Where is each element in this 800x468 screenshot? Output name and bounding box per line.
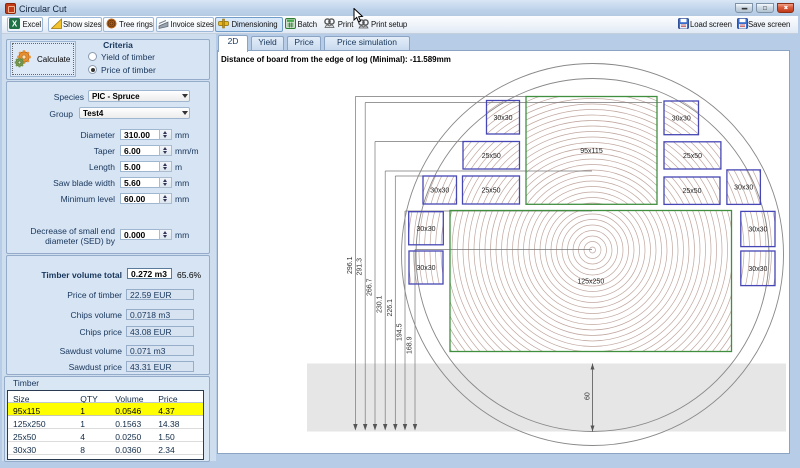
- svg-text:125x250: 125x250: [577, 279, 604, 286]
- svg-text:30x30: 30x30: [416, 226, 435, 233]
- svg-text:30x30: 30x30: [734, 185, 753, 192]
- svg-text:30x30: 30x30: [748, 227, 767, 234]
- svg-text:296.1: 296.1: [347, 256, 354, 274]
- svg-text:30x30: 30x30: [430, 188, 449, 195]
- svg-text:230.1: 230.1: [377, 295, 384, 313]
- svg-text:25x50: 25x50: [481, 188, 500, 195]
- svg-text:X: X: [12, 20, 18, 29]
- svg-text:25x50: 25x50: [482, 153, 501, 160]
- svg-text:95x115: 95x115: [580, 148, 603, 155]
- svg-text:30x30: 30x30: [416, 265, 435, 272]
- svg-text:30x30: 30x30: [748, 266, 767, 273]
- svg-text:291.3: 291.3: [357, 258, 364, 276]
- svg-text:30x30: 30x30: [672, 115, 691, 122]
- svg-text:226.1: 226.1: [387, 299, 394, 317]
- svg-text:194.5: 194.5: [397, 323, 404, 341]
- svg-text:266.7: 266.7: [367, 278, 374, 296]
- svg-text:168.9: 168.9: [407, 336, 414, 354]
- svg-text:30x30: 30x30: [493, 115, 512, 122]
- svg-text:25x50: 25x50: [682, 188, 701, 195]
- svg-text:25x50: 25x50: [683, 153, 702, 160]
- svg-text:60: 60: [585, 392, 592, 400]
